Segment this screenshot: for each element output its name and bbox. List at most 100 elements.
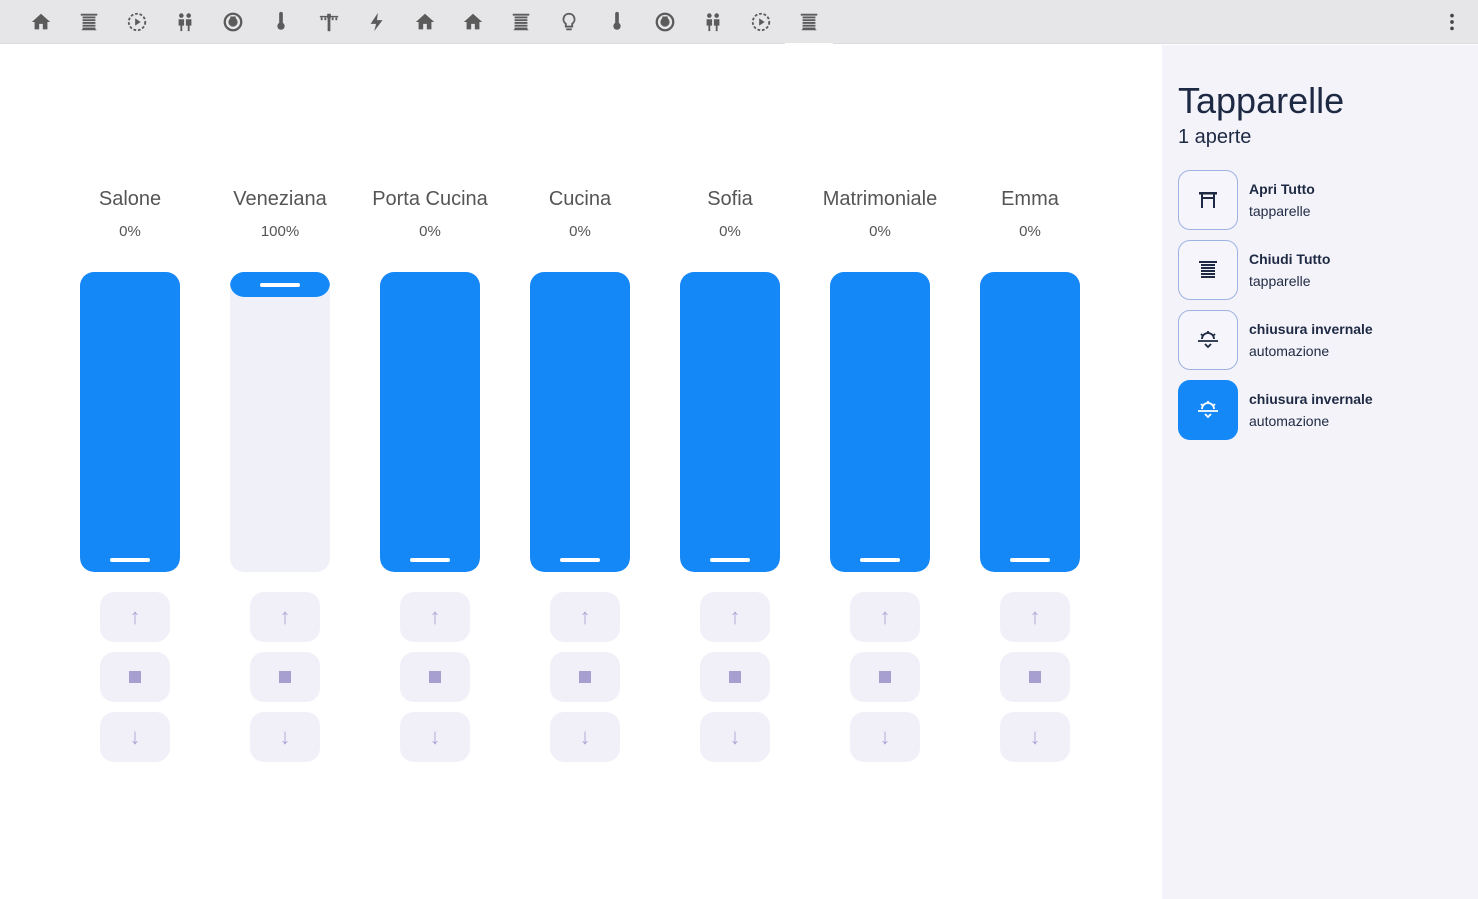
shutter-up-button[interactable]: ↑ [700, 592, 770, 642]
overflow-menu-button[interactable] [1436, 0, 1468, 44]
arrow-down-icon: ↓ [1029, 724, 1041, 749]
action-sublabel: tapparelle [1249, 203, 1311, 219]
arrow-up-icon: ↑ [1029, 604, 1041, 629]
arrow-down-icon: ↓ [729, 724, 741, 749]
slider-handle[interactable] [560, 558, 600, 562]
shutter-position-label: 0% [719, 223, 741, 240]
shutter-down-button[interactable]: ↓ [1000, 712, 1070, 762]
play-circle-icon [127, 12, 147, 32]
shutter-up-button[interactable]: ↑ [400, 592, 470, 642]
action-icon-button[interactable] [1178, 380, 1238, 440]
shutter-down-button[interactable]: ↓ [700, 712, 770, 762]
shutter-stop-button[interactable] [100, 652, 170, 702]
shutter-position-label: 0% [1019, 223, 1041, 240]
shutter-stop-button[interactable] [250, 652, 320, 702]
action-sublabel: automazione [1249, 343, 1330, 359]
tab-lightbulb-11[interactable] [545, 0, 593, 44]
tab-home-9[interactable] [449, 0, 497, 44]
stop-icon [279, 671, 291, 683]
shutter-position-slider[interactable] [980, 272, 1080, 572]
tab-blinds-10[interactable] [497, 0, 545, 44]
people-icon [706, 13, 720, 32]
shutter-name: Emma [1001, 188, 1059, 210]
shutter-stop-button[interactable] [400, 652, 470, 702]
shutter-stop-button[interactable] [850, 652, 920, 702]
tab-blinds-1[interactable] [65, 0, 113, 44]
shutter-name: Salone [98, 188, 162, 210]
thermometer-icon [277, 11, 285, 30]
shutter-position-label: 0% [569, 223, 591, 240]
shutter-stop-button[interactable] [700, 652, 770, 702]
shutter-up-button[interactable]: ↑ [1000, 592, 1070, 642]
sidebar-subtitle: 1 aperte [1178, 126, 1252, 148]
action-apri-tutto[interactable]: Apri Tutto tapparelle [1178, 170, 1468, 230]
tab-lightning-7[interactable] [353, 0, 401, 44]
slider-handle[interactable] [410, 558, 450, 562]
sun-snowflake-icon [1198, 331, 1218, 349]
action-label: Apri Tutto [1249, 181, 1315, 197]
shutter-position-slider[interactable] [380, 272, 480, 572]
shutter-stop-button[interactable] [550, 652, 620, 702]
shutter-up-button[interactable]: ↑ [850, 592, 920, 642]
blinds-closed-icon [1199, 261, 1217, 278]
tab-thermometer-5[interactable] [257, 0, 305, 44]
shutter-card: Veneziana 100% ↑ ↓ [205, 45, 355, 899]
home-icon [463, 13, 483, 30]
tab-string-lights-6[interactable] [305, 0, 353, 44]
slider-handle[interactable] [110, 558, 150, 562]
tab-robot-vacuum-4[interactable] [209, 0, 257, 44]
tab-blinds-16[interactable] [785, 0, 833, 45]
action-chiusura-invernale[interactable]: chiusura invernale automazione [1178, 310, 1468, 370]
action-chiudi-tutto[interactable]: Chiudi Tutto tapparelle [1178, 240, 1468, 300]
shutter-card: Matrimoniale 0% ↑ ↓ [805, 45, 955, 899]
shutter-down-button[interactable]: ↓ [400, 712, 470, 762]
shutter-fill [80, 272, 180, 572]
sun-snowflake-icon [1198, 401, 1218, 419]
arrow-down-icon: ↓ [279, 724, 291, 749]
action-chiusura-invernale[interactable]: chiusura invernale automazione [1178, 380, 1468, 440]
action-label: chiusura invernale [1249, 321, 1373, 337]
shutter-position-slider[interactable] [80, 272, 180, 572]
arrow-up-icon: ↑ [729, 604, 741, 629]
stop-icon [579, 671, 591, 683]
tab-people-3[interactable] [161, 0, 209, 44]
arrow-down-icon: ↓ [579, 724, 591, 749]
shutter-position-label: 0% [119, 223, 141, 240]
arrow-up-icon: ↑ [279, 604, 291, 629]
shutter-position-label: 0% [419, 223, 441, 240]
shutter-stop-button[interactable] [1000, 652, 1070, 702]
tab-play-circle-15[interactable] [737, 0, 785, 44]
action-label: Chiudi Tutto [1249, 251, 1331, 267]
shutter-fill [380, 272, 480, 572]
slider-handle[interactable] [710, 558, 750, 562]
sidebar-title: Tapparelle [1178, 80, 1345, 121]
tab-home-8[interactable] [401, 0, 449, 44]
tab-home-0[interactable] [17, 0, 65, 44]
shutter-up-button[interactable]: ↑ [250, 592, 320, 642]
shutter-name: Cucina [548, 188, 612, 210]
tab-robot-vacuum-13[interactable] [641, 0, 689, 44]
slider-handle[interactable] [1010, 558, 1050, 562]
shutter-position-slider[interactable] [230, 272, 330, 572]
blinds-open-icon [1199, 192, 1217, 208]
shutter-up-button[interactable]: ↑ [100, 592, 170, 642]
tab-people-14[interactable] [689, 0, 737, 44]
shutter-down-button[interactable]: ↓ [250, 712, 320, 762]
action-label: chiusura invernale [1249, 391, 1373, 407]
shutter-position-slider[interactable] [530, 272, 630, 572]
action-icon-button[interactable] [1178, 240, 1238, 300]
home-icon [415, 13, 435, 30]
shutter-position-slider[interactable] [830, 272, 930, 572]
tab-thermometer-12[interactable] [593, 0, 641, 44]
shutter-position-slider[interactable] [680, 272, 780, 572]
action-icon-button[interactable] [1178, 310, 1238, 370]
shutter-up-button[interactable]: ↑ [550, 592, 620, 642]
tab-play-circle-2[interactable] [113, 0, 161, 44]
shutter-down-button[interactable]: ↓ [850, 712, 920, 762]
slider-handle[interactable] [260, 283, 300, 287]
slider-handle[interactable] [860, 558, 900, 562]
shutter-fill [680, 272, 780, 572]
shutter-down-button[interactable]: ↓ [550, 712, 620, 762]
action-icon-button[interactable] [1178, 170, 1238, 230]
shutter-down-button[interactable]: ↓ [100, 712, 170, 762]
